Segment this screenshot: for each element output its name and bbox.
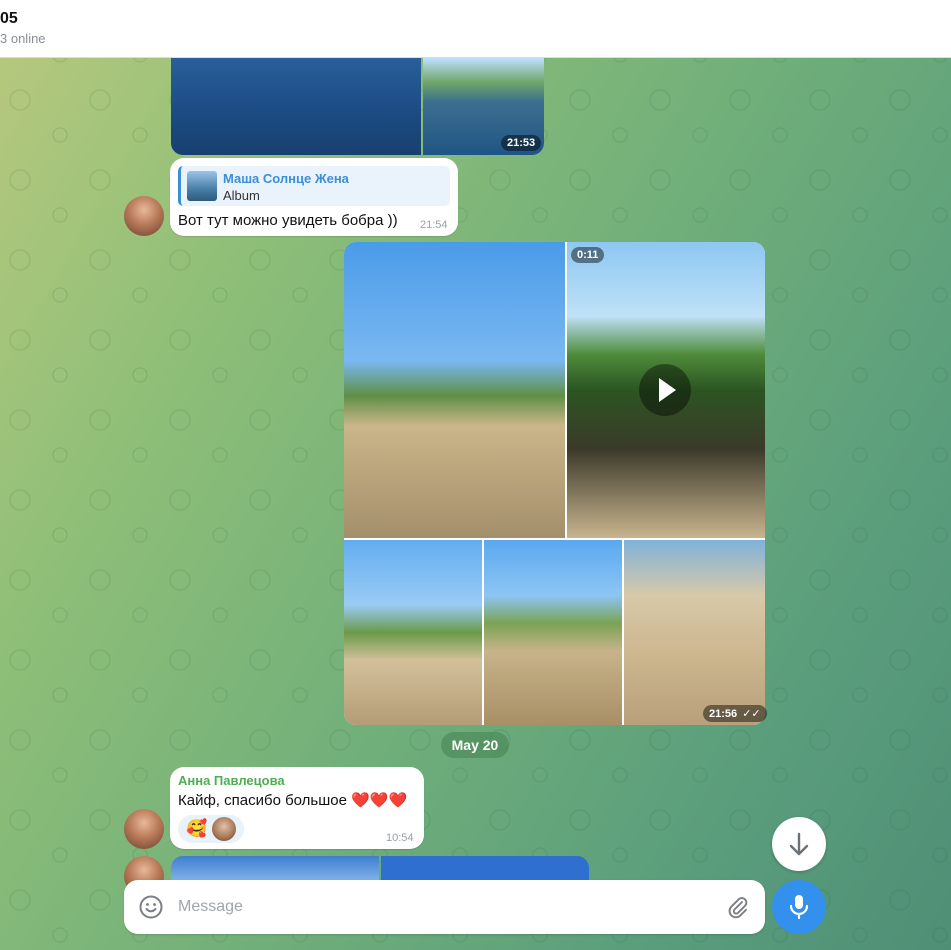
album-photo[interactable]: [344, 540, 482, 725]
media-album: [344, 242, 765, 725]
double-check-icon: ✓✓: [742, 708, 761, 720]
chat-title: 05: [0, 10, 18, 27]
message-time: 10:54: [386, 832, 414, 844]
chat-status: 3 online: [0, 31, 46, 46]
message-bubble[interactable]: Анна Павлецова Кайф, спасибо большое ❤️❤…: [170, 767, 424, 849]
date-separator: May 20: [441, 732, 509, 758]
video-duration: 0:11: [571, 247, 605, 263]
album-photo[interactable]: [171, 58, 421, 155]
play-icon[interactable]: [639, 364, 691, 416]
message-time-text: 21:56: [709, 708, 738, 720]
reply-quote[interactable]: Маша Солнце Жена Album: [178, 166, 450, 206]
reply-thumbnail: [187, 171, 217, 201]
emoji-icon: [139, 895, 163, 919]
reply-sender-name: Маша Солнце Жена: [223, 171, 349, 186]
reaction-avatar: [212, 817, 236, 841]
attach-button[interactable]: [725, 894, 751, 920]
chat-header[interactable]: 05 3 online: [0, 0, 951, 58]
reaction-emoji: 🥰: [186, 819, 208, 838]
avatar[interactable]: [124, 809, 164, 849]
scroll-down-button[interactable]: [772, 817, 826, 871]
album-photo[interactable]: [344, 242, 565, 538]
message-bubble[interactable]: Маша Солнце Жена Album Вот тут можно уви…: [170, 158, 458, 236]
message-time: 21:54: [420, 219, 448, 231]
mic-icon: [789, 895, 809, 920]
message-time: 21:56 ✓✓: [703, 705, 767, 722]
album-photo[interactable]: [171, 856, 379, 880]
reply-text: Album: [223, 188, 260, 203]
sender-name[interactable]: Анна Павлецова: [178, 773, 285, 788]
message-composer: [124, 880, 765, 934]
album-photo[interactable]: [381, 856, 589, 880]
emoji-button[interactable]: [138, 894, 164, 920]
attach-icon: [728, 897, 748, 919]
album-photo[interactable]: [624, 540, 765, 725]
message-text: Кайф, спасибо большое ❤️❤️❤️: [178, 792, 408, 809]
message-text: Вот тут можно увидеть бобра )): [178, 212, 398, 229]
arrow-down-icon: [789, 832, 809, 856]
avatar[interactable]: [124, 196, 164, 236]
message-input[interactable]: [178, 892, 698, 922]
message-time: 21:53: [501, 135, 542, 151]
voice-record-button[interactable]: [772, 880, 826, 934]
album-photo[interactable]: [484, 540, 622, 725]
reaction[interactable]: 🥰: [178, 815, 244, 843]
